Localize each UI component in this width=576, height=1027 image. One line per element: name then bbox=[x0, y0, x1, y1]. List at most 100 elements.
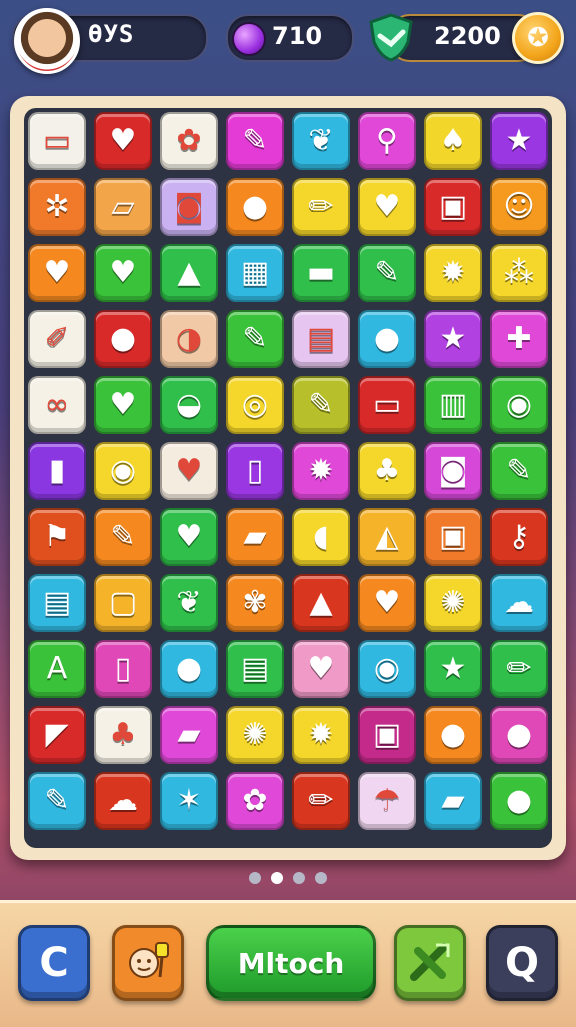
tile-paintbrush[interactable]: ✎ bbox=[226, 112, 284, 170]
tile-star[interactable]: ✶ bbox=[160, 772, 218, 830]
tile-bomb[interactable]: ● bbox=[160, 640, 218, 698]
tile-letter-a[interactable]: A bbox=[28, 640, 86, 698]
tile-umbrella[interactable]: ☂ bbox=[358, 772, 416, 830]
tile-star[interactable]: ★ bbox=[424, 310, 482, 368]
tile-picture-card[interactable]: ▭ bbox=[28, 112, 86, 170]
tile-flag[interactable]: ⚑ bbox=[28, 508, 86, 566]
tile-tomato[interactable]: ● bbox=[424, 706, 482, 764]
tile-cherries[interactable]: ● bbox=[490, 706, 548, 764]
undo-button[interactable]: C bbox=[18, 925, 90, 1001]
tile-heart[interactable]: ♥ bbox=[160, 508, 218, 566]
tile-bush[interactable]: ♣ bbox=[94, 706, 152, 764]
tile-picture-frame[interactable]: ▣ bbox=[358, 706, 416, 764]
tile-mushroom[interactable]: ♠ bbox=[424, 112, 482, 170]
tile-tree[interactable]: ♣ bbox=[358, 442, 416, 500]
eraser-icon: ▰ bbox=[243, 519, 267, 554]
tile-crayon[interactable]: ✐ bbox=[28, 310, 86, 368]
tile-heart[interactable]: ♥ bbox=[292, 640, 350, 698]
tile-sun[interactable]: ✺ bbox=[424, 574, 482, 632]
page-dot[interactable] bbox=[249, 872, 261, 884]
hint-button[interactable] bbox=[112, 925, 184, 1001]
tile-document[interactable]: ▤ bbox=[28, 574, 86, 632]
star-button[interactable]: ✪ bbox=[512, 12, 564, 64]
tile-magnifier[interactable]: ⚲ bbox=[358, 112, 416, 170]
tile-lipstick[interactable]: ✎ bbox=[94, 508, 152, 566]
tile-shell[interactable]: ◉ bbox=[490, 376, 548, 434]
tile-ruler[interactable]: ◭ bbox=[358, 508, 416, 566]
tile-heart[interactable]: ♥ bbox=[28, 244, 86, 302]
tile-window[interactable]: ▤ bbox=[226, 640, 284, 698]
tile-kettle[interactable]: ◒ bbox=[160, 376, 218, 434]
tile-heart[interactable]: ♥ bbox=[358, 574, 416, 632]
tile-picture-frame[interactable]: ▣ bbox=[424, 508, 482, 566]
tile-balloon[interactable]: ● bbox=[226, 178, 284, 236]
tile-cheese[interactable]: ◤ bbox=[28, 706, 86, 764]
tile-speech-bubble[interactable]: ◉ bbox=[358, 640, 416, 698]
search-button[interactable]: Q bbox=[486, 925, 558, 1001]
tile-grid[interactable]: ▦ bbox=[226, 244, 284, 302]
page-dot[interactable] bbox=[293, 872, 305, 884]
tile-arrow[interactable]: ▲ bbox=[160, 244, 218, 302]
tile-heart[interactable]: ♥ bbox=[94, 112, 152, 170]
page-dot[interactable] bbox=[315, 872, 327, 884]
tile-cloud[interactable]: ☁ bbox=[490, 574, 548, 632]
tile-brush[interactable]: ✎ bbox=[28, 772, 86, 830]
match-button[interactable]: Mltoch bbox=[206, 925, 376, 1001]
tile-ribbon[interactable]: ✾ bbox=[226, 574, 284, 632]
tile-paintbrush[interactable]: ✎ bbox=[358, 244, 416, 302]
tile-laptop[interactable]: ▭ bbox=[358, 376, 416, 434]
tile-lemons[interactable]: ● bbox=[358, 310, 416, 368]
tile-lollipop[interactable]: ● bbox=[94, 310, 152, 368]
tile-key[interactable]: ⚷ bbox=[490, 508, 548, 566]
tile-tablet[interactable]: ▱ bbox=[94, 178, 152, 236]
tile-bottle[interactable]: ▮ bbox=[28, 442, 86, 500]
tile-star[interactable]: ★ bbox=[490, 112, 548, 170]
tile-splat[interactable]: ✹ bbox=[292, 706, 350, 764]
tile-heart[interactable]: ♥ bbox=[160, 442, 218, 500]
tile-star[interactable]: ★ bbox=[424, 640, 482, 698]
tile-heart[interactable]: ♥ bbox=[94, 244, 152, 302]
tile-cherries[interactable]: ⁂ bbox=[490, 244, 548, 302]
tile-camera[interactable]: ◙ bbox=[424, 442, 482, 500]
tile-bubble[interactable]: ◑ bbox=[160, 310, 218, 368]
tile-pencil[interactable]: ✏ bbox=[490, 640, 548, 698]
tile-pencil[interactable]: ✏ bbox=[292, 178, 350, 236]
tile-peanuts[interactable]: ∞ bbox=[28, 376, 86, 434]
tile-leaf[interactable]: ❦ bbox=[292, 112, 350, 170]
tile-brush[interactable]: ✎ bbox=[490, 442, 548, 500]
tile-balloon[interactable]: ● bbox=[490, 772, 548, 830]
tile-flower[interactable]: ✿ bbox=[160, 112, 218, 170]
tile-picture-frame[interactable]: ▣ bbox=[424, 178, 482, 236]
tile-plant[interactable]: ✲ bbox=[28, 178, 86, 236]
tile-arrow[interactable]: ▲ bbox=[292, 574, 350, 632]
tile-brush[interactable]: ✎ bbox=[226, 310, 284, 368]
tile-bag[interactable]: ▢ bbox=[94, 574, 152, 632]
tile-battery[interactable]: ▯ bbox=[226, 442, 284, 500]
tile-phone[interactable]: ▯ bbox=[94, 640, 152, 698]
tile-notepad[interactable]: ▤ bbox=[292, 310, 350, 368]
tile-splat[interactable]: ✹ bbox=[424, 244, 482, 302]
tile-folder[interactable]: ▰ bbox=[160, 706, 218, 764]
tile-face[interactable]: ☺ bbox=[490, 178, 548, 236]
page-dot[interactable] bbox=[271, 872, 283, 884]
tile-eraser[interactable]: ▰ bbox=[226, 508, 284, 566]
tile-cloud[interactable]: ☁ bbox=[94, 772, 152, 830]
tile-eraser[interactable]: ▰ bbox=[424, 772, 482, 830]
tile-gear[interactable]: ✿ bbox=[226, 772, 284, 830]
tile-target[interactable]: ◉ bbox=[94, 442, 152, 500]
tile-heart[interactable]: ♥ bbox=[94, 376, 152, 434]
tile-ring[interactable]: ◎ bbox=[226, 376, 284, 434]
tile-folder[interactable]: ▬ bbox=[292, 244, 350, 302]
tile-puzzle[interactable]: ✚ bbox=[490, 310, 548, 368]
shuffle-button[interactable] bbox=[394, 925, 466, 1001]
tile-leaf[interactable]: ❦ bbox=[160, 574, 218, 632]
tile-speech-bubble[interactable]: ◖ bbox=[292, 508, 350, 566]
tile-splat[interactable]: ✹ bbox=[292, 442, 350, 500]
tile-heart[interactable]: ♥ bbox=[358, 178, 416, 236]
player-avatar[interactable] bbox=[14, 8, 80, 74]
tile-camera[interactable]: ◙ bbox=[160, 178, 218, 236]
tile-marker[interactable]: ✎ bbox=[292, 376, 350, 434]
tile-sun[interactable]: ✺ bbox=[226, 706, 284, 764]
tile-pencil[interactable]: ✏ bbox=[292, 772, 350, 830]
tile-bar-chart[interactable]: ▥ bbox=[424, 376, 482, 434]
